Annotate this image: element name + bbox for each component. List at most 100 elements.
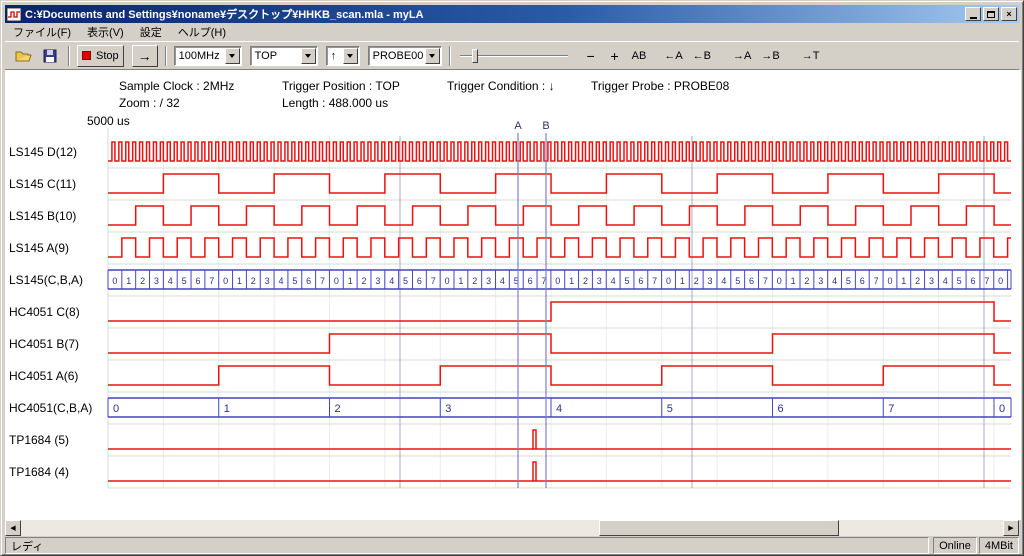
open-button[interactable] bbox=[11, 45, 37, 67]
toolbar-separator bbox=[68, 46, 70, 66]
maximize-icon bbox=[987, 11, 995, 18]
bus-value: 3 bbox=[708, 276, 713, 286]
bus-value: 6 bbox=[778, 403, 784, 415]
horizontal-scrollbar[interactable]: ◀ ▶ bbox=[5, 520, 1019, 536]
dropdown-arrow-icon[interactable] bbox=[225, 48, 240, 64]
right-arrow-b-icon: →B bbox=[761, 50, 779, 62]
minimize-button[interactable] bbox=[965, 7, 981, 21]
menu-item-help[interactable]: ヘルプ(H) bbox=[170, 22, 234, 42]
bus-value: 3 bbox=[445, 403, 451, 415]
bus-value: 7 bbox=[431, 276, 436, 286]
bus-value: 7 bbox=[209, 276, 214, 286]
toolbar-separator bbox=[449, 46, 451, 66]
toolbar: Stop → 100MHz TOP ↑ PROBE00 − + AB ←A bbox=[5, 41, 1019, 70]
floppy-disk-icon bbox=[43, 49, 57, 63]
bus-value: 1 bbox=[224, 403, 230, 415]
slider-thumb[interactable] bbox=[472, 49, 478, 63]
minimize-icon bbox=[970, 17, 977, 19]
sample-clock-select[interactable]: 100MHz bbox=[174, 46, 242, 66]
app-window: C:¥Documents and Settings¥noname¥デスクトップ¥… bbox=[0, 0, 1024, 556]
bus-value: 5 bbox=[957, 276, 962, 286]
trigger-edge-value: ↑ bbox=[331, 50, 337, 62]
bus-value: 5 bbox=[667, 403, 673, 415]
jump-right-a-button[interactable]: →A bbox=[729, 45, 755, 67]
waveform-trace-1 bbox=[108, 174, 1011, 193]
bus-value: 1 bbox=[126, 276, 131, 286]
bus-value: 3 bbox=[375, 276, 380, 286]
stop-button[interactable]: Stop bbox=[77, 45, 124, 67]
sample-clock-value: 100MHz bbox=[179, 50, 220, 62]
trigger-edge-select[interactable]: ↑ bbox=[326, 46, 360, 66]
status-memory: 4MBit bbox=[979, 537, 1019, 554]
bus-value: 7 bbox=[320, 276, 325, 286]
zoom-slider[interactable] bbox=[458, 45, 570, 67]
status-ready: レディ bbox=[5, 537, 929, 554]
save-button[interactable] bbox=[39, 45, 61, 67]
close-icon: × bbox=[1006, 10, 1011, 19]
right-arrow-a-icon: →A bbox=[733, 50, 751, 62]
bus-value: 3 bbox=[486, 276, 491, 286]
bus-value: 6 bbox=[306, 276, 311, 286]
bus-value: 0 bbox=[998, 276, 1003, 286]
bus-value: 4 bbox=[389, 276, 394, 286]
scroll-thumb[interactable] bbox=[599, 520, 839, 536]
run-button[interactable]: → bbox=[132, 45, 158, 67]
plus-icon: + bbox=[611, 48, 619, 64]
bus-value: 4 bbox=[278, 276, 283, 286]
close-button[interactable]: × bbox=[1001, 7, 1017, 21]
bus-value: 0 bbox=[113, 403, 119, 415]
ab-cursor-button[interactable]: AB bbox=[628, 45, 651, 67]
bus-value: 5 bbox=[846, 276, 851, 286]
probe-select[interactable]: PROBE00 bbox=[368, 46, 442, 66]
bus-value: 6 bbox=[417, 276, 422, 286]
dropdown-arrow-icon[interactable] bbox=[343, 48, 358, 64]
scroll-left-button[interactable]: ◀ bbox=[5, 520, 21, 536]
maximize-button[interactable] bbox=[983, 7, 999, 21]
menu-item-file[interactable]: ファイル(F) bbox=[5, 22, 79, 42]
zoom-in-button[interactable]: + bbox=[604, 45, 626, 67]
zoom-out-button[interactable]: − bbox=[580, 45, 602, 67]
scroll-right-button[interactable]: ▶ bbox=[1003, 520, 1019, 536]
bus-value: 4 bbox=[500, 276, 505, 286]
bus-value: 2 bbox=[804, 276, 809, 286]
dropdown-arrow-icon[interactable] bbox=[425, 48, 440, 64]
bus-value: 4 bbox=[168, 276, 173, 286]
bus-value: 0 bbox=[555, 276, 560, 286]
menubar: ファイル(F) 表示(V) 設定 ヘルプ(H) bbox=[5, 23, 1019, 41]
bus-value: 3 bbox=[265, 276, 270, 286]
bus-value: 2 bbox=[335, 403, 341, 415]
right-arrow-t-icon: →T bbox=[802, 50, 820, 62]
waveform-trace-5 bbox=[108, 302, 1011, 321]
waveform-area[interactable]: Sample Clock : 2MHz Trigger Position : T… bbox=[5, 70, 1021, 520]
bus-value: 6 bbox=[638, 276, 643, 286]
timing-diagram[interactable]: 0123456701234567012345670123456701234567… bbox=[5, 70, 1021, 520]
menu-item-settings[interactable]: 設定 bbox=[132, 22, 170, 42]
window-titlebar: C:¥Documents and Settings¥noname¥デスクトップ¥… bbox=[5, 5, 1019, 23]
bus-value: 4 bbox=[943, 276, 948, 286]
jump-left-b-button[interactable]: ←B bbox=[689, 45, 715, 67]
stop-icon bbox=[82, 51, 91, 60]
bus-value: 4 bbox=[556, 403, 562, 415]
bus-value: 5 bbox=[735, 276, 740, 286]
scroll-left-icon: ◀ bbox=[10, 524, 15, 532]
dropdown-arrow-icon[interactable] bbox=[301, 48, 316, 64]
bus-value: 6 bbox=[970, 276, 975, 286]
trigger-position-value: TOP bbox=[255, 50, 277, 62]
probe-value: PROBE00 bbox=[373, 50, 424, 62]
jump-left-a-button[interactable]: ←A bbox=[660, 45, 686, 67]
bus-value: 0 bbox=[445, 276, 450, 286]
bus-value: 5 bbox=[292, 276, 297, 286]
bus-value: 2 bbox=[251, 276, 256, 286]
bus-value: 2 bbox=[362, 276, 367, 286]
jump-right-b-button[interactable]: →B bbox=[757, 45, 783, 67]
open-folder-icon bbox=[15, 49, 33, 63]
bus-value: 7 bbox=[763, 276, 768, 286]
bus-value: 1 bbox=[237, 276, 242, 286]
bus-value: 0 bbox=[666, 276, 671, 286]
menu-item-view[interactable]: 表示(V) bbox=[79, 22, 132, 42]
jump-trigger-button[interactable]: →T bbox=[798, 45, 824, 67]
bus-value: 5 bbox=[182, 276, 187, 286]
app-icon bbox=[7, 8, 21, 21]
trigger-position-select[interactable]: TOP bbox=[250, 46, 318, 66]
bus-value: 0 bbox=[777, 276, 782, 286]
